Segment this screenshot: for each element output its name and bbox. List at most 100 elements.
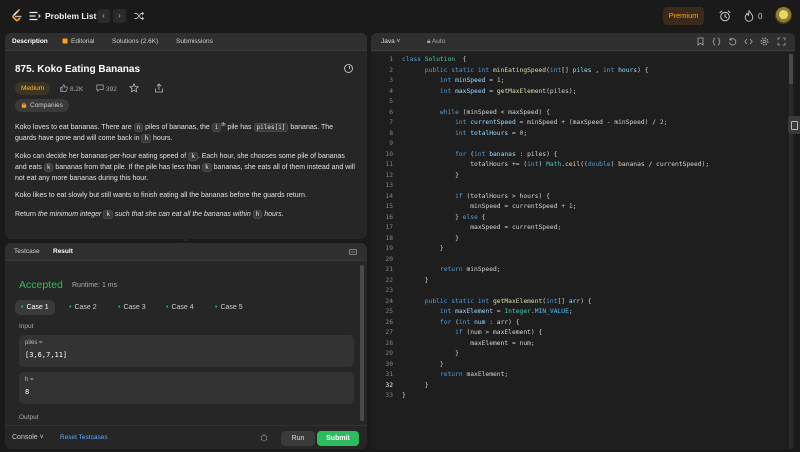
bookmark-icon[interactable] (696, 37, 705, 46)
code-line[interactable]: public static int getMaxElement(int[] ar… (402, 297, 709, 308)
case-tab-5[interactable]: • Case 5 (209, 300, 249, 315)
code-line[interactable]: } (402, 391, 709, 402)
code-line[interactable] (402, 181, 709, 192)
code-line[interactable]: } (402, 360, 709, 371)
premium-button[interactable]: Premium (663, 7, 704, 25)
code-line[interactable] (402, 97, 709, 108)
braces-icon[interactable] (712, 37, 721, 46)
code-token: ; (572, 203, 577, 210)
code-line[interactable]: maxSpeed = currentSpeed; (402, 223, 709, 234)
code-line[interactable]: int currentSpeed = minSpeed + (maxSpeed … (402, 118, 709, 129)
code-line[interactable]: for (int num : arr) { (402, 318, 709, 329)
problem-list-icon[interactable] (29, 11, 41, 21)
submit-button[interactable]: Submit (317, 431, 359, 446)
reset-testcases-button[interactable]: Reset Testcases (60, 434, 108, 441)
code-line[interactable]: } (402, 234, 709, 245)
result-scrollbar[interactable] (360, 265, 364, 421)
code-line[interactable]: int maxElement = Integer.MIN_VALUE; (402, 307, 709, 318)
alarm-clock-icon[interactable] (719, 10, 731, 22)
console-toggle[interactable]: Console ˅ (12, 434, 44, 441)
code-line[interactable]: minSpeed = currentSpeed + 1; (402, 202, 709, 213)
side-notes-tab[interactable] (788, 116, 800, 134)
code-line[interactable]: if (num > maxElement) { (402, 328, 709, 339)
code-token: ; (523, 129, 528, 137)
case-label: Case 3 (123, 304, 146, 311)
tab-description[interactable]: Description (12, 38, 48, 45)
editor-scrollbar[interactable] (789, 54, 793, 449)
code-line[interactable]: int maxSpeed = getMaxElement(piles); (402, 87, 709, 98)
inline-code: k (43, 163, 54, 172)
code-content[interactable]: class Solution { public static int minEa… (402, 55, 709, 402)
text-segment: bananas from that pile. If the pile has … (53, 164, 203, 171)
tab-submissions[interactable]: Submissions (176, 38, 213, 45)
input-value: 8 (25, 388, 30, 396)
code-line[interactable] (402, 139, 709, 150)
case-tab-2[interactable]: • Case 2 (63, 300, 103, 315)
likes-button[interactable]: 8.2K (60, 84, 83, 93)
line-number: 19 (385, 245, 393, 252)
case-label: Case 2 (74, 304, 97, 311)
code-line[interactable]: class Solution { (402, 55, 709, 66)
code-line[interactable]: maxElement = num; (402, 339, 709, 350)
code-icon[interactable] (744, 37, 753, 46)
line-number: 13 (385, 182, 393, 189)
code-line[interactable]: public static int minEatingSpeed(int[] p… (402, 66, 709, 77)
leetcode-logo-icon[interactable] (10, 9, 24, 23)
code-line[interactable] (402, 255, 709, 266)
avatar[interactable] (775, 7, 792, 24)
inline-code: n (133, 123, 144, 132)
code-token: [] (557, 297, 569, 305)
companies-tag[interactable]: Companies (15, 99, 69, 112)
code-line[interactable]: } (402, 381, 709, 392)
flame-icon[interactable] (744, 10, 754, 22)
lock-icon (21, 102, 27, 108)
code-line[interactable]: for (int bananas : piles) { (402, 150, 709, 161)
share-icon[interactable] (154, 83, 164, 93)
next-problem-button[interactable]: › (113, 9, 126, 23)
code-token: ) (538, 161, 547, 168)
code-line[interactable]: int totalHours = 0; (402, 129, 709, 140)
shuffle-icon[interactable] (134, 11, 144, 21)
code-line[interactable]: return maxElement; (402, 370, 709, 381)
code-line[interactable]: int minSpeed = 1; (402, 76, 709, 87)
reset-code-icon[interactable] (728, 37, 737, 46)
code-token: public static int (424, 297, 493, 305)
minimize-panel-icon[interactable] (349, 248, 357, 256)
tab-testcase[interactable]: Testcase (14, 248, 40, 255)
language-selector[interactable]: Java ˅ (381, 38, 400, 45)
chevron-down-icon: ˅ (39, 434, 44, 441)
prev-problem-button[interactable]: ‹ (97, 9, 110, 23)
mode-selector[interactable]: 🔒︎ Auto (427, 38, 445, 46)
fullscreen-icon[interactable] (777, 37, 786, 46)
pass-dot-icon: • (69, 304, 72, 311)
comments-button[interactable]: 392 (96, 84, 117, 93)
gear-icon[interactable] (760, 37, 769, 46)
input-label: Input (19, 323, 34, 330)
code-area[interactable]: 1 2 3 4 5 6 7 8 9 10 11 12 13 14 15 16 17 18 19 20 21 22 23 24 2… (371, 52, 795, 449)
case-tab-3[interactable]: • Case 3 (112, 300, 152, 315)
code-line[interactable]: return minSpeed; (402, 265, 709, 276)
problem-list-link[interactable]: Problem List (45, 11, 96, 21)
tab-solutions[interactable]: Solutions (2.6K) (112, 38, 158, 45)
case-tab-4[interactable]: • Case 4 (160, 300, 200, 315)
timer-icon[interactable] (344, 64, 353, 73)
code-line[interactable]: } (402, 244, 709, 255)
code-line[interactable] (402, 286, 709, 297)
code-line[interactable]: totalHours += (int) Math.ceil((double) b… (402, 160, 709, 171)
tab-editorial[interactable]: Editorial (62, 38, 94, 45)
code-line[interactable]: if (totalHours > hours) { (402, 192, 709, 203)
debug-icon[interactable] (260, 433, 268, 442)
code-line[interactable]: } (402, 349, 709, 360)
case-tab-1[interactable]: • Case 1 (15, 300, 55, 315)
code-line[interactable]: } (402, 171, 709, 182)
tab-result[interactable]: Result (53, 248, 73, 255)
star-icon[interactable] (129, 83, 139, 93)
code-line[interactable]: while (minSpeed < maxSpeed) { (402, 108, 709, 119)
run-button[interactable]: Run (281, 431, 315, 446)
code-line[interactable]: } else { (402, 213, 709, 224)
code-line[interactable]: } (402, 276, 709, 287)
line-number: 23 (385, 287, 393, 294)
